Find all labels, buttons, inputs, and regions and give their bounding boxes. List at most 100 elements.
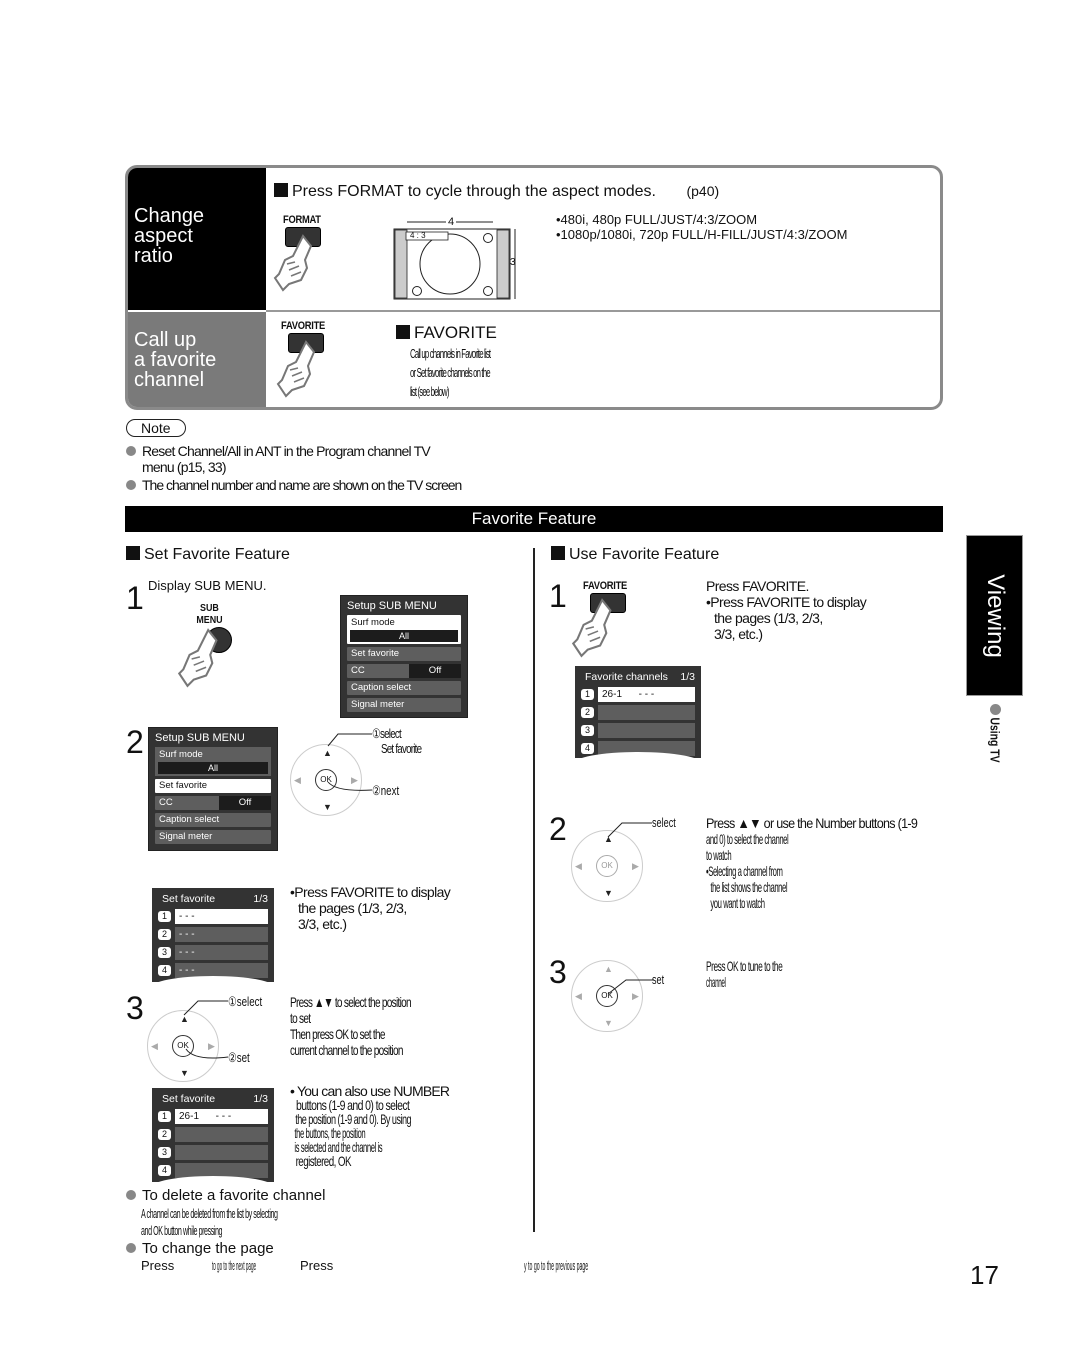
row-divider: [266, 310, 940, 312]
viewing-tab-label: Viewing: [981, 573, 1009, 658]
note-text: The channel number and name are shown on…: [142, 477, 462, 493]
label-line: channel: [134, 369, 205, 391]
heading-text: Set Favorite Feature: [144, 546, 290, 563]
bullet-dot-icon: [126, 480, 136, 490]
menu-title-text: Setup SUB MENU: [155, 732, 245, 744]
use-step2-text: Press ▲▼ or use the Number buttons (1-9 …: [706, 815, 941, 911]
text-line: •Press FAVORITE to display: [706, 594, 867, 610]
menu-item-caption-select[interactable]: Caption select: [347, 681, 461, 695]
ok-button[interactable]: OK: [596, 855, 618, 877]
step3-note: • You can also use NUMBER buttons (1-9 a…: [290, 1084, 476, 1168]
left-arrow-icon[interactable]: ◀: [294, 775, 301, 786]
menu-item-caption-select[interactable]: Caption select: [155, 813, 271, 827]
label-line: ratio: [134, 245, 173, 267]
row-value: - - -: [175, 945, 268, 960]
menu-item-surf-mode[interactable]: Surf mode All: [347, 615, 461, 644]
label-line: a favorite: [134, 349, 217, 371]
desc-line: and OK button while pressing: [141, 1223, 223, 1238]
list-row[interactable]: 2: [158, 1127, 268, 1142]
down-arrow-icon[interactable]: ▼: [180, 1068, 189, 1078]
right-arrow-icon[interactable]: ▶: [632, 861, 639, 872]
list-row[interactable]: 3: [158, 1145, 268, 1160]
menu-item-signal-meter[interactable]: Signal meter: [155, 830, 271, 844]
desc-line: list (see below): [410, 384, 449, 399]
callout-select: ①select Set favorite: [372, 726, 422, 756]
heading-text: Use Favorite Feature: [569, 546, 720, 563]
delete-heading: To delete a favorite channel: [126, 1187, 325, 1204]
use-step3-text: Press OK to tune to the channel: [706, 958, 833, 990]
bullet-square-icon: [274, 183, 288, 197]
note-line: is selected and the channel is: [294, 1139, 383, 1155]
row-number: 4: [158, 1165, 171, 1176]
row-number: 4: [158, 965, 171, 976]
row-number: 4: [581, 743, 594, 754]
bullet-dot-icon: [126, 1243, 136, 1253]
favorite-heading-text: FAVORITE: [414, 323, 497, 342]
setup-sub-menu: Setup SUB MENU Surf mode All Set favorit…: [340, 595, 468, 718]
favorite-desc: Call up channels in Favorite list or Set…: [410, 344, 491, 401]
label-line: SUB: [200, 602, 219, 614]
menu-item-surf-mode[interactable]: Surf mode All: [155, 747, 271, 776]
note-line: registered, OK: [295, 1153, 352, 1169]
callout-select: select: [652, 815, 676, 830]
row-value: [598, 705, 695, 720]
list-row[interactable]: 1 - - -: [158, 909, 268, 924]
note-line: the buttons, the position: [294, 1125, 366, 1141]
callout-select: ①select: [228, 994, 263, 1009]
text-line: you want to watch: [710, 895, 765, 911]
using-tv-label-wrap: Using TV: [985, 717, 1005, 762]
text-line: to set: [290, 1010, 311, 1026]
label-line: MENU: [196, 614, 223, 626]
left-arrow-icon[interactable]: ◀: [575, 861, 582, 872]
row-number: 3: [158, 1147, 171, 1158]
list-row[interactable]: 1 26-1 - - -: [158, 1109, 268, 1124]
aspect-modes-hd: •1080p/1080i, 720p FULL/H-FILL/JUST/4:3/…: [556, 227, 848, 242]
set-favorite-list: Set favorite 1/3 1 - - - 2 - - - 3 - - - 4 - …: [152, 888, 274, 982]
aspect-ratio-diagram: [393, 221, 516, 300]
bullet-dot-icon: [126, 446, 136, 456]
column-divider: [533, 548, 535, 1232]
list-row[interactable]: 1 26-1 - - -: [581, 687, 695, 702]
left-arrow-icon[interactable]: ◀: [575, 991, 582, 1002]
list-row[interactable]: 3 - - -: [158, 945, 268, 960]
note-line: the pages (1/3, 2/3,: [298, 900, 407, 916]
text-line: Press ▲▼ to select the position: [290, 994, 412, 1010]
row-value: [598, 723, 695, 738]
list-row[interactable]: 3: [581, 723, 695, 738]
list-row[interactable]: 2 - - -: [158, 927, 268, 942]
change-page-text: to go to the next page: [212, 1258, 257, 1273]
menu-item-signal-meter[interactable]: Signal meter: [347, 698, 461, 712]
text-line: the pages (1/3, 2/3,: [714, 610, 823, 626]
menu-item-set-favorite[interactable]: Set favorite: [347, 647, 461, 661]
list-title: Favorite channels 1/3: [581, 670, 695, 684]
down-arrow-icon[interactable]: ▼: [323, 802, 332, 812]
note-text: Reset Channel/All in ANT in the Program …: [142, 443, 431, 459]
favorite-button-label: FAVORITE: [583, 580, 628, 592]
note-line: buttons (1-9 and 0) to select: [296, 1097, 410, 1113]
item-label: CC: [159, 797, 173, 808]
bullet-dot-icon: [126, 1190, 136, 1200]
note-line: • You can also use NUMBER: [290, 1083, 450, 1099]
down-arrow-icon[interactable]: ▼: [604, 1018, 613, 1028]
row-value: 26-1 - - -: [598, 687, 695, 702]
left-arrow-icon[interactable]: ◀: [151, 1041, 158, 1052]
use-favorite-heading: Use Favorite Feature: [551, 546, 719, 564]
step-number: 1: [126, 580, 144, 616]
menu-item-set-favorite[interactable]: Set favorite: [155, 779, 271, 793]
down-arrow-icon[interactable]: ▼: [604, 888, 613, 898]
menu-item-cc[interactable]: CC Off: [347, 664, 461, 678]
favorite-button-label: FAVORITE: [281, 320, 326, 332]
pointing-hand-icon: [276, 340, 316, 398]
menu-item-cc[interactable]: CC Off: [155, 796, 271, 810]
row-value: - - -: [175, 927, 268, 942]
row-number: 3: [581, 725, 594, 736]
callout-set: ②set: [228, 1050, 250, 1065]
item-value: All: [158, 762, 268, 774]
text-line: and 0) to select the channel: [706, 831, 789, 847]
text-line: Press OK to tune to the: [706, 958, 783, 974]
row-number: 1: [158, 1111, 171, 1122]
note-list: Reset Channel/All in ANT in the Program …: [126, 443, 546, 493]
list-title-text: Set favorite: [162, 893, 216, 905]
call-up-favorite-label: Call up a favorite channel: [128, 312, 266, 407]
list-row[interactable]: 2: [581, 705, 695, 720]
